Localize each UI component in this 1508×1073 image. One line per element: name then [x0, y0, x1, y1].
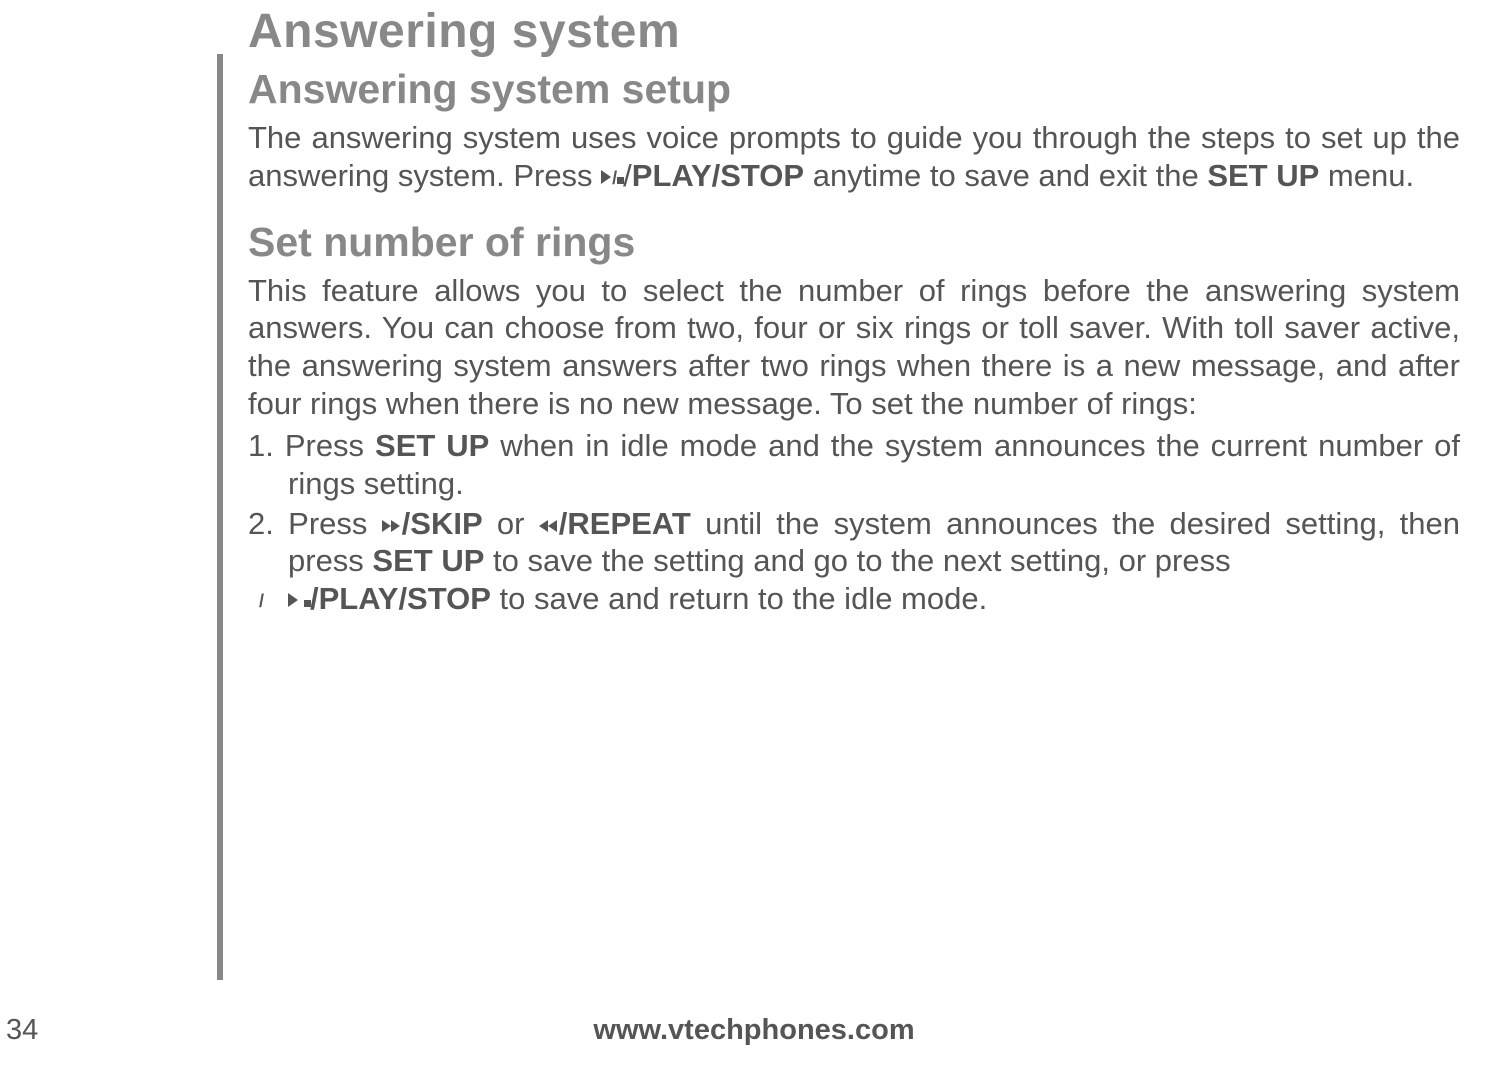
step1-text-a: Press [285, 428, 375, 463]
setup-text-f: menu. [1319, 158, 1414, 193]
footer-url: www.vtechphones.com [0, 1014, 1508, 1047]
setup-text-b: / [623, 158, 632, 193]
repeat-label: /REPEAT [559, 506, 691, 541]
setup-button-label-2: SET UP [372, 543, 484, 578]
repeat-rewind-icon [539, 518, 559, 534]
step2-text-c: or [483, 506, 539, 541]
step-1: 1. Press SET UP when in idle mode and th… [248, 427, 1460, 503]
setup-label: SET UP [1207, 158, 1319, 193]
section-title-setup: Answering system setup [248, 66, 1460, 113]
setup-text-d: anytime to save and exit the [804, 158, 1207, 193]
play-stop-label: PLAY/STOP [632, 158, 804, 193]
setup-paragraph: The answering system uses voice prompts … [248, 119, 1460, 195]
content-area: Answering system setup The answering sys… [248, 66, 1460, 620]
step2-text-i: to save and return to the idle mode. [491, 581, 987, 616]
play-stop-icon-2: / [288, 591, 310, 609]
setup-button-label: SET UP [375, 428, 489, 463]
play-stop-label-2: /PLAY/STOP [310, 581, 491, 616]
section-title-rings: Set number of rings [248, 219, 1460, 266]
page-number: 34 [6, 1014, 38, 1047]
skip-forward-icon [382, 518, 402, 534]
step2-text-g: to save the setting and go to the next s… [484, 543, 1230, 578]
step2-text-a: Press [288, 506, 382, 541]
step2-number: 2. [248, 506, 288, 541]
play-stop-icon: / [601, 168, 623, 186]
vertical-rule [217, 54, 223, 980]
step-2: 2. Press /SKIP or /REPEAT until the syst… [248, 505, 1460, 618]
skip-label: /SKIP [402, 506, 483, 541]
step1-number: 1. [248, 428, 285, 463]
steps-list: 1. Press SET UP when in idle mode and th… [248, 427, 1460, 618]
chapter-title: Answering system [248, 4, 680, 59]
rings-paragraph: This feature allows you to select the nu… [248, 272, 1460, 423]
